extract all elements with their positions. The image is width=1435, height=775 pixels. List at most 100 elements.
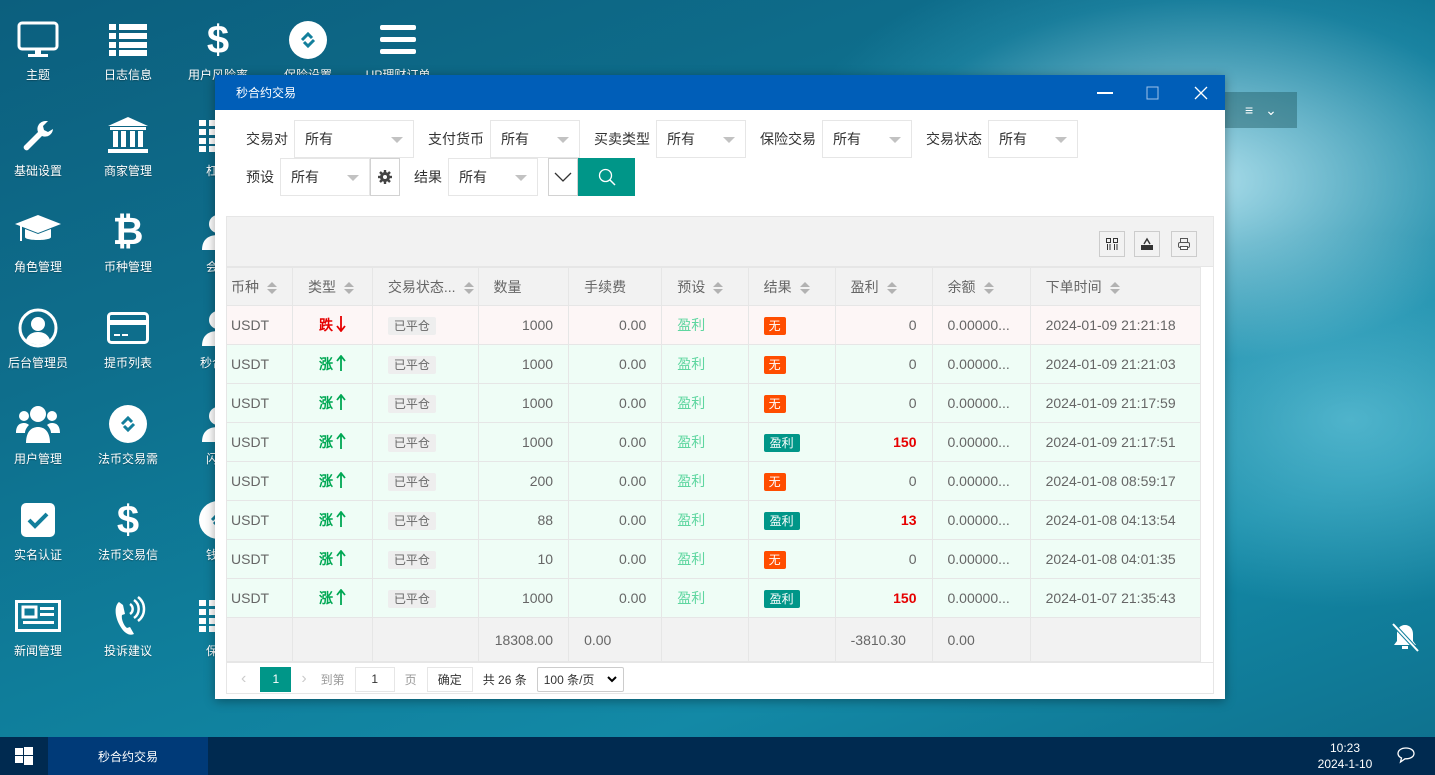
desktop-icon-22[interactable]: 投诉建议: [88, 594, 168, 659]
desktop-icon-2[interactable]: 日志信息: [88, 18, 168, 83]
status-badge: 已平仓: [387, 316, 436, 335]
desktop-icon-19[interactable]: $ 法币交易信: [88, 498, 168, 563]
table-row[interactable]: USDT 涨 已平仓 1000 0.00 盈利 盈利 150 0.00000... 2024-01…: [227, 422, 1202, 462]
column-header[interactable]: 数量: [477, 267, 570, 306]
sort-icon[interactable]: [267, 281, 277, 294]
status-badge: 已平仓: [387, 433, 436, 452]
column-header[interactable]: 余额: [931, 267, 1031, 306]
desktop-icon-16[interactable]: 法币交易需: [88, 402, 168, 467]
fee-cell: 0.00: [568, 539, 663, 579]
column-header[interactable]: 预设: [661, 267, 749, 306]
preset-label: 盈利: [677, 434, 706, 450]
desktop-icon-1[interactable]: 主题: [0, 18, 78, 83]
sort-icon[interactable]: [983, 281, 994, 294]
taskbar-clock[interactable]: 10:23 2024-1-10: [1300, 740, 1390, 772]
preset-cell: 盈利: [661, 539, 749, 579]
desktop-icon-6[interactable]: 基础设置: [0, 114, 78, 179]
desktop-icon-3[interactable]: $用户风险率: [178, 18, 258, 83]
column-header[interactable]: 交易状态...: [371, 267, 479, 306]
desktop-icon-13[interactable]: 提币列表: [88, 306, 168, 371]
profit-value: 150: [893, 434, 917, 450]
sort-icon[interactable]: [886, 281, 897, 294]
table-row[interactable]: USDT 涨 已平仓 1000 0.00 盈利 无 0 0.00000... 2024-01-09…: [227, 344, 1202, 384]
preset-settings-button[interactable]: [370, 158, 400, 196]
close-button[interactable]: [1177, 75, 1225, 110]
type-cell: 涨: [292, 539, 373, 579]
export-button[interactable]: [1134, 231, 1160, 257]
sort-icon[interactable]: [713, 281, 724, 294]
status-badge: 已平仓: [387, 355, 436, 374]
desktop-icon-5[interactable]: UP理财订单: [358, 18, 438, 83]
sort-icon[interactable]: [1109, 281, 1120, 294]
chevron-down-icon[interactable]: ⌄: [1265, 102, 1277, 119]
taskbar-app-contract-trade[interactable]: 秒合约交易: [48, 737, 208, 775]
table-row[interactable]: USDT 涨 已平仓 88 0.00 盈利 盈利 13 0.00000... 2024-01-08…: [227, 500, 1202, 540]
desktop-icon-label: 后台管理员: [7, 356, 68, 370]
column-header[interactable]: 盈利: [834, 267, 933, 306]
table-row[interactable]: USDT 涨 已平仓 10 0.00 盈利 无 0 0.00000... 2024-01-08 0…: [227, 539, 1202, 579]
menu-icon[interactable]: ≡: [1245, 102, 1253, 118]
notification-center-button[interactable]: [1396, 746, 1416, 767]
filter-select-1[interactable]: 所有: [294, 120, 414, 158]
window-titlebar[interactable]: 秒合约交易: [215, 75, 1225, 110]
preset-label: 盈利: [677, 473, 706, 489]
column-header[interactable]: 结果: [747, 267, 836, 306]
filter-select-value: 所有: [501, 131, 529, 147]
filter-select-2[interactable]: 所有: [490, 120, 580, 158]
desktop-icon-4[interactable]: 保险设置: [268, 18, 348, 83]
desktop-icon-label: 用户管理: [13, 452, 62, 466]
column-header[interactable]: 币种: [227, 267, 293, 306]
maximize-button[interactable]: [1129, 75, 1177, 110]
result-select[interactable]: 所有: [448, 158, 538, 196]
fee-cell: 0.00: [568, 422, 663, 462]
search-button[interactable]: [578, 158, 635, 196]
goto-page-input[interactable]: 1: [354, 666, 395, 692]
desktop-icon-7[interactable]: 商家管理: [88, 114, 168, 179]
filter-select-5[interactable]: 所有: [988, 120, 1078, 158]
bell-muted-icon[interactable]: [1388, 620, 1422, 654]
filter-select-4[interactable]: 所有: [822, 120, 912, 158]
column-header[interactable]: 下单时间: [1029, 267, 1202, 306]
status-badge: 已平仓: [387, 589, 436, 608]
column-header[interactable]: 手续费: [568, 267, 663, 306]
fee-cell: 0.00: [568, 305, 663, 345]
total-count: 共 26 条: [482, 672, 527, 687]
column-filter-button[interactable]: [1099, 231, 1125, 257]
desktop-icon-15[interactable]: 用户管理: [0, 402, 78, 467]
type-cell: 跌: [292, 305, 373, 345]
desktop-icon-9[interactable]: 角色管理: [0, 210, 78, 275]
prev-page-button[interactable]: ‹: [241, 670, 246, 688]
type-label: 涨: [318, 356, 333, 372]
table-row[interactable]: USDT 跌 已平仓 1000 0.00 盈利 无 0 0.00000... 2024-01-09…: [227, 305, 1202, 345]
link-circle-icon: [268, 18, 348, 62]
table-row[interactable]: USDT 涨 已平仓 1000 0.00 盈利 盈利 150 0.00000... 2024-01…: [227, 578, 1202, 618]
column-header[interactable]: 类型: [292, 267, 373, 306]
start-button[interactable]: [0, 737, 48, 775]
print-button[interactable]: [1171, 231, 1197, 257]
profit-value: 13: [900, 512, 917, 528]
goto-confirm-button[interactable]: 确定: [426, 666, 473, 692]
next-page-button[interactable]: ›: [301, 670, 306, 688]
sort-icon[interactable]: [344, 281, 354, 294]
filter-select-3[interactable]: 所有: [656, 120, 746, 158]
expand-filters-button[interactable]: [548, 158, 578, 196]
minimize-button[interactable]: [1081, 75, 1129, 110]
goto-label: 到第: [320, 672, 345, 687]
preset-select[interactable]: 所有: [280, 158, 370, 196]
sort-icon[interactable]: [799, 281, 810, 294]
table-row[interactable]: USDT 涨 已平仓 1000 0.00 盈利 无 0 0.00000... 2024-01-09…: [227, 383, 1202, 423]
sort-icon[interactable]: [463, 281, 474, 294]
desktop-icon-10[interactable]: ₿ 币种管理: [88, 210, 168, 275]
arrow-up-icon: [336, 471, 346, 488]
page-size-select[interactable]: 100 条/页: [536, 666, 624, 692]
preset-label: 盈利: [677, 590, 706, 606]
type-label: 涨: [318, 473, 333, 489]
desktop-icon-12[interactable]: 后台管理员: [0, 306, 78, 371]
page-1-button[interactable]: 1: [260, 666, 292, 692]
profit-value: 0: [908, 473, 917, 489]
balance-cell: 0.00000...: [931, 383, 1031, 423]
table-row[interactable]: USDT 涨 已平仓 200 0.00 盈利 无 0 0.00000... 2024-01-08 …: [227, 461, 1202, 501]
desktop-icon-21[interactable]: 新闻管理: [0, 594, 78, 659]
menu-icon: [358, 18, 438, 62]
desktop-icon-18[interactable]: 实名认证: [0, 498, 78, 563]
